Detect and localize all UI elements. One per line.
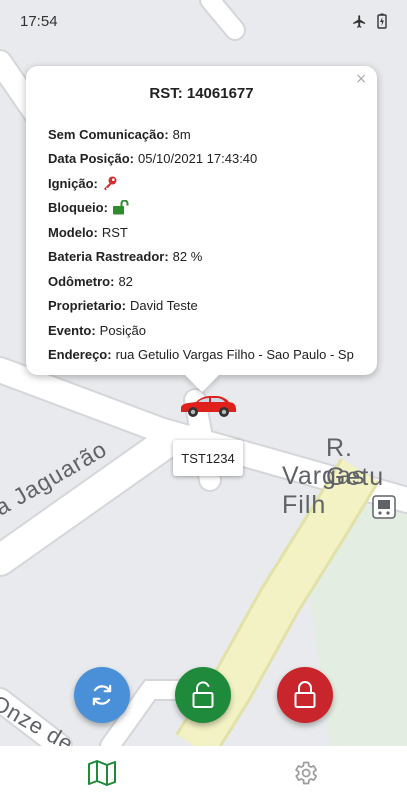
info-label: Endereço: bbox=[48, 347, 112, 363]
info-value: 05/10/2021 17:43:40 bbox=[137, 151, 258, 167]
info-label: Data Posição: bbox=[48, 151, 134, 167]
info-row-bloqueio: Bloqueio: bbox=[48, 196, 368, 221]
info-row-proprietario: Proprietario: David Teste bbox=[48, 294, 368, 319]
map-icon bbox=[87, 760, 116, 786]
map-tab[interactable] bbox=[0, 746, 204, 800]
info-row-bateria: Bateria Rastreador: 82 % bbox=[48, 245, 368, 270]
locked-padlock-icon bbox=[294, 681, 316, 708]
refresh-icon bbox=[92, 684, 112, 706]
info-value: 82 bbox=[118, 273, 133, 289]
lock-button[interactable] bbox=[277, 667, 333, 723]
status-time: 17:54 bbox=[20, 12, 58, 30]
info-value: Posição bbox=[99, 322, 146, 338]
gear-icon bbox=[295, 761, 318, 785]
info-label: Ignição: bbox=[48, 175, 98, 191]
refresh-button[interactable] bbox=[74, 667, 130, 723]
info-label: Proprietario: bbox=[48, 298, 127, 314]
airplane-icon bbox=[353, 14, 366, 28]
vehicle-plate-label[interactable]: TST1234 bbox=[173, 440, 243, 476]
info-row-endereco: Endereço: rua Getulio Vargas Filho - Sao… bbox=[48, 343, 368, 368]
car-icon[interactable] bbox=[178, 393, 238, 420]
info-value: 8m bbox=[172, 126, 191, 142]
vehicle-info-popup: × RST: 14061677 Sem Comunicação: 8m Data… bbox=[26, 66, 377, 392]
info-label: Evento: bbox=[48, 322, 96, 338]
info-value: rua Getulio Vargas Filho - Sao Paulo - S… bbox=[115, 347, 354, 363]
info-value: 82 % bbox=[172, 249, 203, 265]
info-value: David Teste bbox=[130, 298, 198, 314]
info-label: Bloqueio: bbox=[48, 200, 108, 216]
battery-charging-icon bbox=[377, 13, 387, 29]
unlocked-padlock-icon bbox=[192, 681, 214, 708]
bottom-navigation bbox=[0, 746, 407, 800]
info-label: Modelo: bbox=[48, 224, 98, 240]
popup-title: RST: 14061677 bbox=[149, 85, 254, 102]
key-icon bbox=[103, 176, 117, 191]
unlocked-padlock-icon bbox=[112, 200, 129, 215]
info-row-data-posicao: Data Posição: 05/10/2021 17:43:40 bbox=[48, 147, 368, 172]
status-bar: 17:54 bbox=[0, 0, 407, 42]
street-label: Vargas Filh bbox=[282, 462, 366, 519]
info-label: Bateria Rastreador: bbox=[48, 249, 169, 265]
info-row-odometro: Odômetro: 82 bbox=[48, 269, 368, 294]
info-row-ignicao: Ignição: bbox=[48, 171, 368, 196]
info-value: RST bbox=[101, 224, 128, 240]
info-row-evento: Evento: Posição bbox=[48, 318, 368, 343]
unlock-button[interactable] bbox=[175, 667, 231, 723]
settings-tab[interactable] bbox=[204, 746, 407, 800]
info-label: Odômetro: bbox=[48, 273, 115, 289]
info-row-sem-comunicacao: Sem Comunicação: 8m bbox=[48, 122, 368, 147]
info-list: Sem Comunicação: 8m Data Posição: 05/10/… bbox=[48, 122, 368, 367]
info-row-modelo: Modelo: RST bbox=[48, 220, 368, 245]
info-label: Sem Comunicação: bbox=[48, 126, 169, 142]
